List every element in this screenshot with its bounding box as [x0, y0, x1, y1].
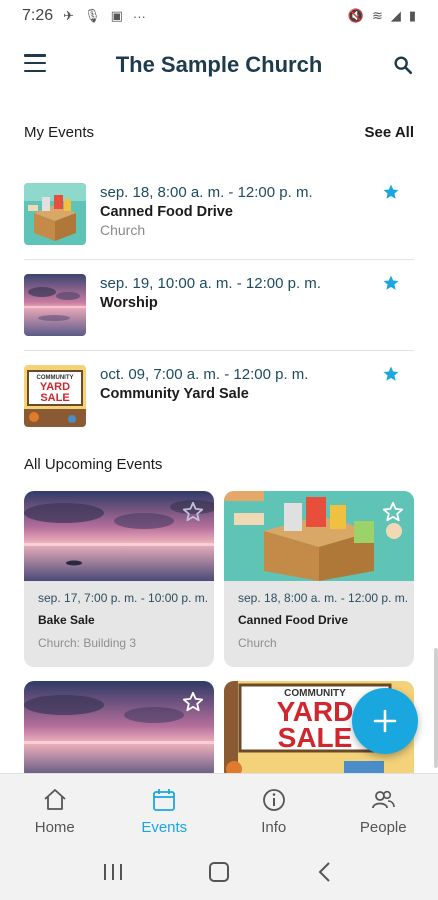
battery-icon: ▮: [408, 8, 416, 23]
card-name: Bake Sale: [38, 613, 95, 627]
favorite-star-icon[interactable]: [382, 274, 400, 292]
card-place: Church: Building 3: [38, 636, 137, 650]
nav-home[interactable]: Home: [0, 774, 110, 843]
search-icon[interactable]: [392, 54, 414, 76]
yard-sale-line2: SALE: [278, 722, 353, 753]
home-icon: [44, 789, 66, 810]
event-card[interactable]: sep. 17, 7:00 p. m. - 10:00 p. m. Bake S…: [24, 491, 214, 667]
event-name: Community Yard Sale: [100, 386, 249, 402]
system-nav-bar: [0, 843, 438, 900]
info-icon: [262, 789, 285, 811]
see-all-link[interactable]: See All: [365, 124, 414, 141]
recents-icon: [104, 863, 122, 880]
favorite-star-outline-icon[interactable]: [182, 501, 204, 523]
nav-info[interactable]: Info: [219, 774, 329, 843]
card-place: Church: [238, 636, 277, 650]
event-place: Church: [100, 222, 146, 238]
event-card[interactable]: [24, 681, 214, 781]
back-button[interactable]: [310, 857, 340, 887]
card-date: sep. 18, 8:00 a. m. - 12:00 p. m.: [238, 591, 409, 605]
upcoming-events-header: All Upcoming Events: [24, 456, 414, 473]
favorite-star-icon[interactable]: [382, 183, 400, 201]
favorite-star-outline-icon[interactable]: [382, 501, 404, 523]
food-drive-thumbnail: [24, 183, 86, 245]
divider: [24, 259, 414, 260]
page-title: The Sample Church: [115, 52, 323, 77]
nav-events[interactable]: Events: [110, 774, 220, 843]
add-event-button[interactable]: [352, 688, 418, 754]
yard-sale-thumbnail: COMMUNITY YARD SALE: [24, 365, 86, 427]
worship-thumbnail: [24, 274, 86, 336]
status-time: 7:26: [22, 7, 54, 24]
card-name: Canned Food Drive: [238, 613, 349, 627]
event-date: sep. 19, 10:00 a. m. - 12:00 p. m.: [100, 275, 321, 292]
nav-label: Events: [141, 819, 188, 836]
upcoming-events-title: All Upcoming Events: [24, 456, 163, 473]
back-chevron-icon: [318, 861, 330, 882]
screen: 7:26 ✈ 🎙 ▣ ··· 🔇 ≋ ◢ ▮ The Sample Church…: [0, 0, 438, 900]
mic-icon: 🎙: [84, 8, 101, 23]
home-square-icon: [209, 861, 229, 882]
event-date: sep. 18, 8:00 a. m. - 12:00 p. m.: [100, 184, 313, 201]
svg-text:SALE: SALE: [40, 392, 69, 404]
mute-icon: 🔇: [347, 8, 364, 23]
event-card[interactable]: sep. 18, 8:00 a. m. - 12:00 p. m. Canned…: [224, 491, 414, 667]
status-more: ···: [132, 8, 146, 24]
favorite-star-outline-icon[interactable]: [182, 691, 204, 713]
bottom-nav: Home Events Info People: [0, 773, 438, 843]
cell-signal-icon: ◢: [390, 8, 401, 23]
people-icon: [372, 790, 396, 809]
my-event-item[interactable]: sep. 19, 10:00 a. m. - 12:00 p. m. Worsh…: [24, 274, 414, 366]
event-date: oct. 09, 7:00 a. m. - 12:00 p. m.: [100, 366, 309, 383]
scroll-indicator[interactable]: [434, 648, 438, 768]
image-icon: ▣: [110, 8, 123, 23]
my-events-title: My Events: [24, 124, 95, 141]
nav-people[interactable]: People: [329, 774, 438, 843]
event-name: Worship: [100, 295, 158, 311]
recents-button[interactable]: [98, 857, 128, 887]
my-events-header: My Events See All: [24, 124, 414, 141]
event-name: Canned Food Drive: [100, 204, 233, 220]
card-date: sep. 17, 7:00 p. m. - 10:00 p. m.: [38, 591, 209, 605]
app-bar: The Sample Church: [0, 40, 438, 90]
nav-label: Info: [261, 819, 287, 836]
wifi-icon: ≋: [371, 8, 383, 23]
plus-icon: [373, 709, 397, 733]
favorite-star-icon[interactable]: [382, 365, 400, 383]
signal-icon: ✈: [63, 8, 75, 23]
nav-label: People: [359, 819, 407, 836]
my-event-item[interactable]: sep. 18, 8:00 a. m. - 12:00 p. m. Canned…: [24, 183, 414, 275]
my-event-item[interactable]: COMMUNITY YARD SALE oct. 09, 7:00 a. m. …: [24, 365, 414, 457]
nav-label: Home: [34, 819, 75, 836]
status-bar: 7:26 ✈ 🎙 ▣ ··· 🔇 ≋ ◢ ▮: [0, 0, 438, 32]
calendar-icon: [153, 789, 176, 811]
home-system-button[interactable]: [204, 857, 234, 887]
divider: [24, 350, 414, 351]
